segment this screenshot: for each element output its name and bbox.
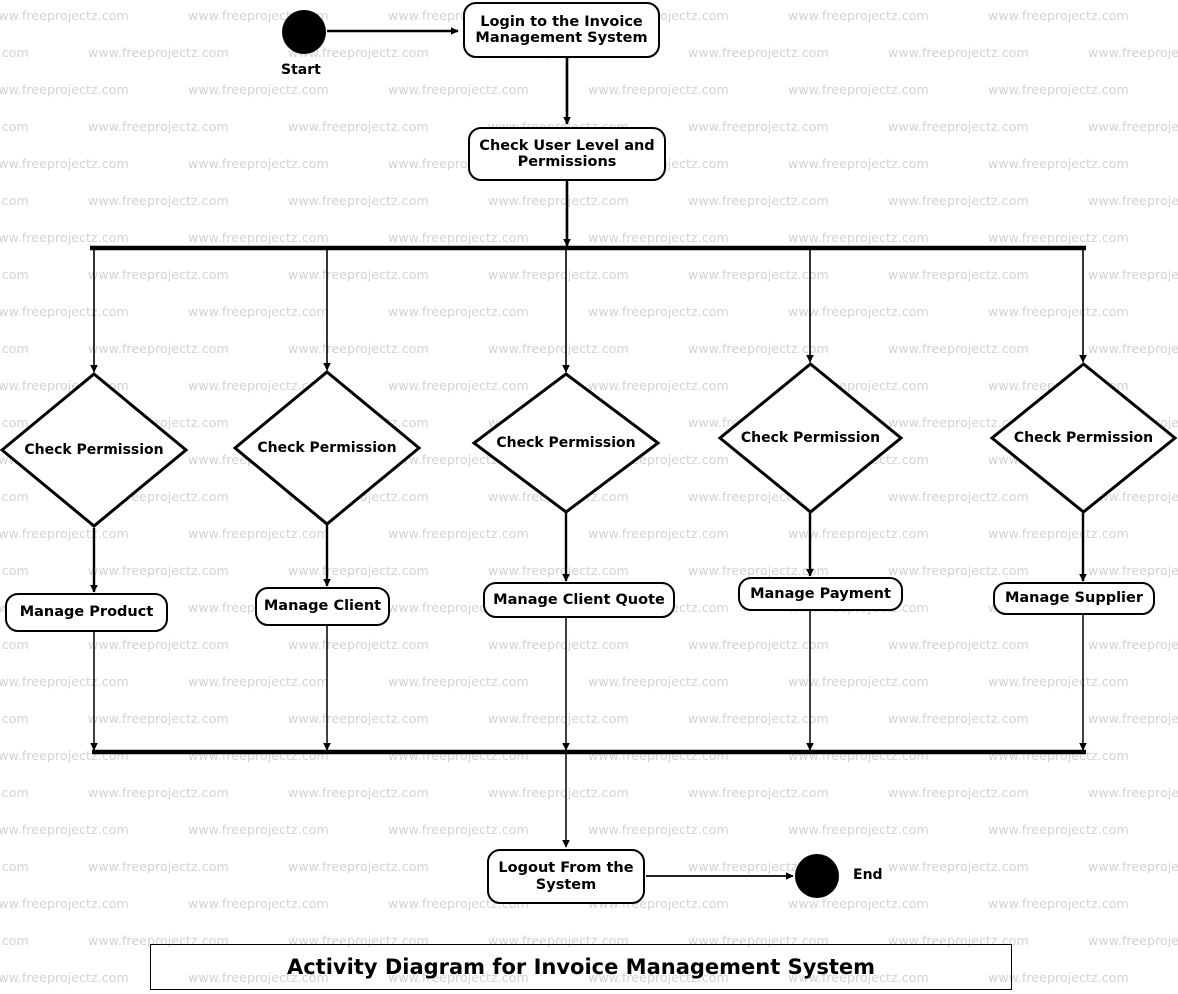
diagram-layer: Start Login to the Invoice Management Sy… [0,0,1178,994]
decision-check-permission-quote[interactable]: Check Permission [471,372,661,514]
activity-manage-payment[interactable]: Manage Payment [738,577,903,611]
start-node [282,10,326,54]
diagram-title: Activity Diagram for Invoice Management … [286,955,876,979]
decision-check-permission-product-label: Check Permission [24,441,164,458]
activity-manage-product-label: Manage Product [19,604,154,621]
activity-manage-supplier[interactable]: Manage Supplier [993,582,1155,615]
activity-check-user-level-label: Check User Level and Permissions [479,137,655,170]
activity-manage-supplier-label: Manage Supplier [1004,590,1144,607]
activity-manage-product[interactable]: Manage Product [5,593,168,632]
diagram-title-frame: Activity Diagram for Invoice Management … [150,944,1012,990]
activity-manage-payment-label: Manage Payment [750,585,891,602]
activity-check-user-level[interactable]: Check User Level and Permissions [468,127,666,181]
activity-logout-label: Logout From the System [498,860,634,893]
activity-manage-client-label: Manage Client [263,598,382,615]
activity-manage-client[interactable]: Manage Client [255,587,390,626]
decision-check-permission-supplier[interactable]: Check Permission [989,362,1178,514]
start-label: Start [281,62,321,78]
decision-check-permission-quote-label: Check Permission [496,434,636,451]
activity-logout[interactable]: Logout From the System [487,849,645,904]
activity-manage-client-quote-label: Manage Client Quote [493,591,665,608]
decision-check-permission-product[interactable]: Check Permission [0,372,189,528]
decision-check-permission-client-label: Check Permission [257,439,397,456]
decision-check-permission-payment-label: Check Permission [740,429,881,446]
activity-diagram-canvas: www.freeprojectz.com www.freeprojectz.com… [0,0,1178,994]
activity-manage-client-quote[interactable]: Manage Client Quote [483,582,675,618]
end-label: End [853,867,883,883]
activity-login-label: Login to the Invoice Management System [475,13,648,46]
decision-check-permission-client[interactable]: Check Permission [232,370,422,526]
decision-check-permission-supplier-label: Check Permission [1013,429,1154,446]
activity-login[interactable]: Login to the Invoice Management System [463,2,660,58]
end-node [795,854,839,898]
decision-check-permission-payment[interactable]: Check Permission [717,362,904,514]
